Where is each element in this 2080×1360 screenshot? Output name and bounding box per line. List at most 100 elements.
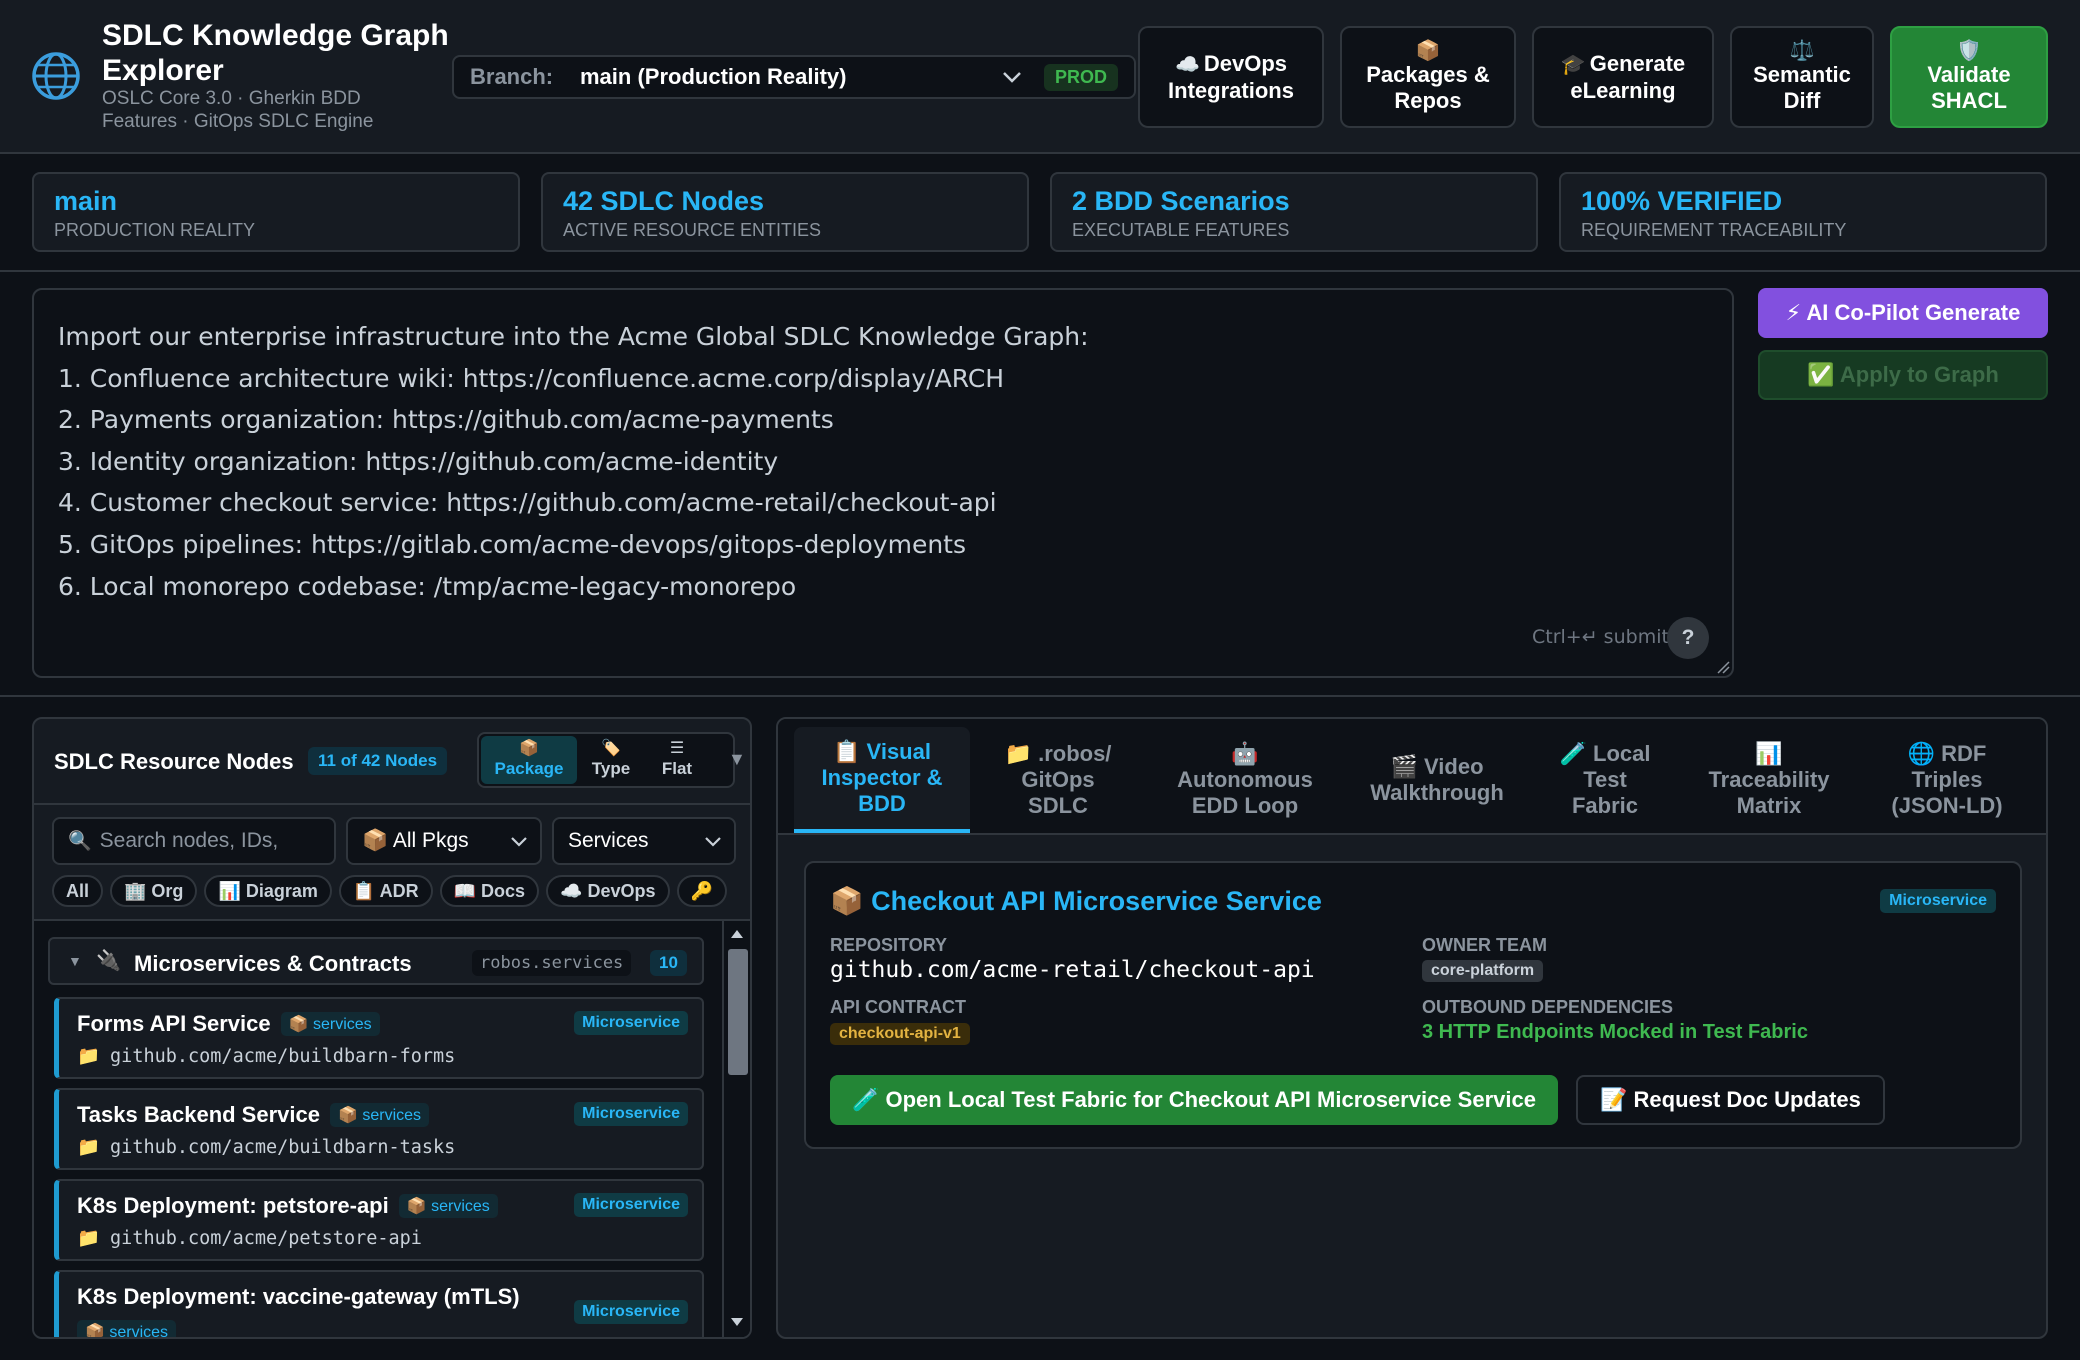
list-icon: ☰ <box>669 740 685 757</box>
chip-devops[interactable]: ☁️ DevOps <box>546 875 670 907</box>
folder-icon: 📁 <box>77 1137 101 1158</box>
search-input[interactable]: 🔍 Search nodes, IDs, <box>52 817 336 865</box>
prompt-line: Import our enterprise infrastructure int… <box>58 322 1089 351</box>
generate-elearning-button[interactable]: 🎓 Generate eLearning <box>1532 26 1714 128</box>
type-badge: Microservice <box>574 1193 688 1217</box>
chip-org[interactable]: 🏢 Org <box>110 875 198 907</box>
repository-label: REPOSITORY <box>830 935 948 955</box>
branch-selector[interactable]: Branch: main (Production Reality) PROD <box>452 55 1136 99</box>
tab-gitops[interactable]: 📁 .robos/ GitOps SDLC <box>970 727 1146 833</box>
chip-all[interactable]: All <box>52 875 104 907</box>
stat-nodes: 42 SDLC Nodes ACTIVE RESOURCE ENTITIES <box>541 172 1029 252</box>
type-badge: Microservice <box>574 1011 688 1035</box>
package-badge: 📦 services <box>398 1194 498 1218</box>
tab-traceability-matrix[interactable]: 📊 Traceability Matrix <box>1680 727 1858 833</box>
tab-label: 🎬 Video <box>1390 754 1484 779</box>
package-icon: 📦 <box>1415 40 1441 62</box>
prompt-line: 6. Local monorepo codebase: /tmp/acme-le… <box>58 571 797 601</box>
devops-integrations-button[interactable]: ☁️ DevOps Integrations <box>1138 26 1324 128</box>
scroll-down-icon[interactable] <box>730 1317 744 1327</box>
resize-grip-icon[interactable] <box>1716 660 1730 674</box>
stat-label: PRODUCTION REALITY <box>54 220 256 240</box>
chevron-down-icon <box>511 837 527 847</box>
list-item[interactable]: K8s Deployment: petstore-api 📦 services M… <box>54 1179 704 1261</box>
type-badge: Microservice <box>574 1300 688 1324</box>
ai-copilot-generate-button[interactable]: ⚡ AI Co-Pilot Generate <box>1758 288 2048 338</box>
panel-header: SDLC Resource Nodes 11 of 42 Nodes 📦 Pac… <box>34 719 750 805</box>
chip-diagram[interactable]: 📊 Diagram <box>204 875 332 907</box>
view-type-button[interactable]: 🏷️ Type <box>579 736 643 784</box>
packages-button-label: Packages & Repos <box>1366 62 1490 113</box>
chevron-down-icon <box>705 837 721 847</box>
type-filter-select[interactable]: Services <box>552 817 736 865</box>
list-scrollbar[interactable] <box>722 921 750 1337</box>
chip-docs[interactable]: 📖 Docs <box>439 875 540 907</box>
repository-value: github.com/acme-retail/checkout-api <box>830 957 1315 983</box>
node-path-text: github.com/acme/petstore-api <box>110 1228 422 1249</box>
tab-bar: 📋 Visual Inspector & BDD 📁 .robos/ GitOp… <box>778 719 2046 835</box>
scroll-up-icon[interactable] <box>730 929 744 939</box>
tab-label: 🧪 Local <box>1559 741 1651 766</box>
tab-rdf-triples[interactable]: 🌐 RDF Triples (JSON-LD) <box>1858 727 2036 833</box>
node-title-text: Forms API Service <box>77 1011 271 1036</box>
list-item[interactable]: Forms API Service 📦 services Microservice… <box>54 997 704 1079</box>
view-label: Flat <box>661 759 693 778</box>
package-filter-select[interactable]: 📦 All Pkgs <box>346 817 542 865</box>
node-title: Tasks Backend Service 📦 services <box>77 1102 430 1128</box>
stat-value: 2 BDD Scenarios <box>1072 186 1290 216</box>
chip-keys[interactable]: 🔑 <box>676 875 727 907</box>
submit-hint: Ctrl+↵ submit <box>1532 626 1669 648</box>
view-flat-button[interactable]: ☰ Flat <box>645 736 709 784</box>
tab-label-2: Test <box>1583 767 1627 792</box>
globe-icon <box>32 52 80 100</box>
clapper-icon: 🎬 <box>1390 754 1418 779</box>
semantic-diff-button[interactable]: ⚖️ Semantic Diff <box>1730 26 1874 128</box>
tab-visual-inspector[interactable]: 📋 Visual Inspector & BDD <box>794 727 970 833</box>
tab-label-2: EDD Loop <box>1191 793 1299 818</box>
view-mode-toggle: 📦 Package 🏷️ Type ☰ Flat <box>477 732 735 788</box>
view-package-button[interactable]: 📦 Package <box>481 736 577 784</box>
validate-shacl-label: Validate SHACL <box>1927 62 2011 113</box>
tab-label-2: Triples <box>1911 767 1983 792</box>
stat-traceability: 100% VERIFIED REQUIREMENT TRACEABILITY <box>1559 172 2047 252</box>
elearning-label-1: Generate <box>1589 50 1686 76</box>
graduation-cap-icon: 🎓 <box>1560 53 1586 76</box>
open-test-fabric-button[interactable]: 🧪 Open Local Test Fabric for Checkout AP… <box>830 1075 1558 1125</box>
collapse-panel-icon[interactable]: ▼ <box>728 749 746 770</box>
app-title: SDLC Knowledge Graph Explorer <box>102 19 449 87</box>
list-item[interactable]: K8s Deployment: vaccine-gateway (mTLS) 📦… <box>54 1270 704 1337</box>
type-filter-value: Services <box>568 829 649 852</box>
stat-label: ACTIVE RESOURCE ENTITIES <box>563 220 822 240</box>
list-item[interactable]: Tasks Backend Service 📦 services Microser… <box>54 1088 704 1170</box>
test-tube-icon: 🧪 <box>1559 741 1587 766</box>
tab-label-2: GitOps <box>1021 767 1095 792</box>
apply-to-graph-button[interactable]: ✅ Apply to Graph <box>1758 350 2048 400</box>
stat-label: REQUIREMENT TRACEABILITY <box>1581 220 1847 240</box>
package-group-header[interactable]: ▼ 🔌 Microservices & Contracts robos.serv… <box>48 937 704 985</box>
stat-value: 42 SDLC Nodes <box>563 186 765 216</box>
folder-icon: 📁 <box>77 1046 101 1067</box>
scrollbar-thumb[interactable] <box>728 949 748 1075</box>
packages-repos-button[interactable]: 📦 Packages & Repos <box>1340 26 1516 128</box>
prompt-line: 1. Confluence architecture wiki: https:/… <box>58 363 1005 393</box>
tab-label-3: (JSON-LD) <box>1891 793 2003 818</box>
stat-scenarios: 2 BDD Scenarios EXECUTABLE FEATURES <box>1050 172 1538 252</box>
node-title-text: Tasks Backend Service <box>77 1102 320 1127</box>
prompt-textarea[interactable]: Import our enterprise infrastructure int… <box>32 288 1734 678</box>
node-title-text: K8s Deployment: petstore-api <box>77 1193 389 1218</box>
tab-video-walkthrough[interactable]: 🎬 Video Walkthrough <box>1344 727 1530 833</box>
detail-title-text: Checkout API Microservice Service <box>871 886 1322 916</box>
devops-button-label: DevOps <box>1203 50 1288 76</box>
node-path-text: github.com/acme/buildbarn-forms <box>110 1046 456 1067</box>
help-button[interactable]: ? <box>1667 617 1709 659</box>
tab-edd-loop[interactable]: 🤖 Autonomous EDD Loop <box>1146 727 1344 833</box>
chip-adr[interactable]: 📋 ADR <box>338 875 433 907</box>
validate-shacl-button[interactable]: 🛡️ Validate SHACL <box>1890 26 2048 128</box>
group-count-badge: 10 <box>650 950 687 976</box>
clipboard-icon: 📋 <box>833 739 861 764</box>
request-doc-updates-button[interactable]: 📝 Request Doc Updates <box>1576 1075 1885 1125</box>
api-contract-label: API CONTRACT <box>830 997 966 1017</box>
tab-local-test-fabric[interactable]: 🧪 Local Test Fabric <box>1530 727 1680 833</box>
view-label: Package <box>494 759 564 778</box>
node-count-badge: 11 of 42 Nodes <box>308 747 448 775</box>
